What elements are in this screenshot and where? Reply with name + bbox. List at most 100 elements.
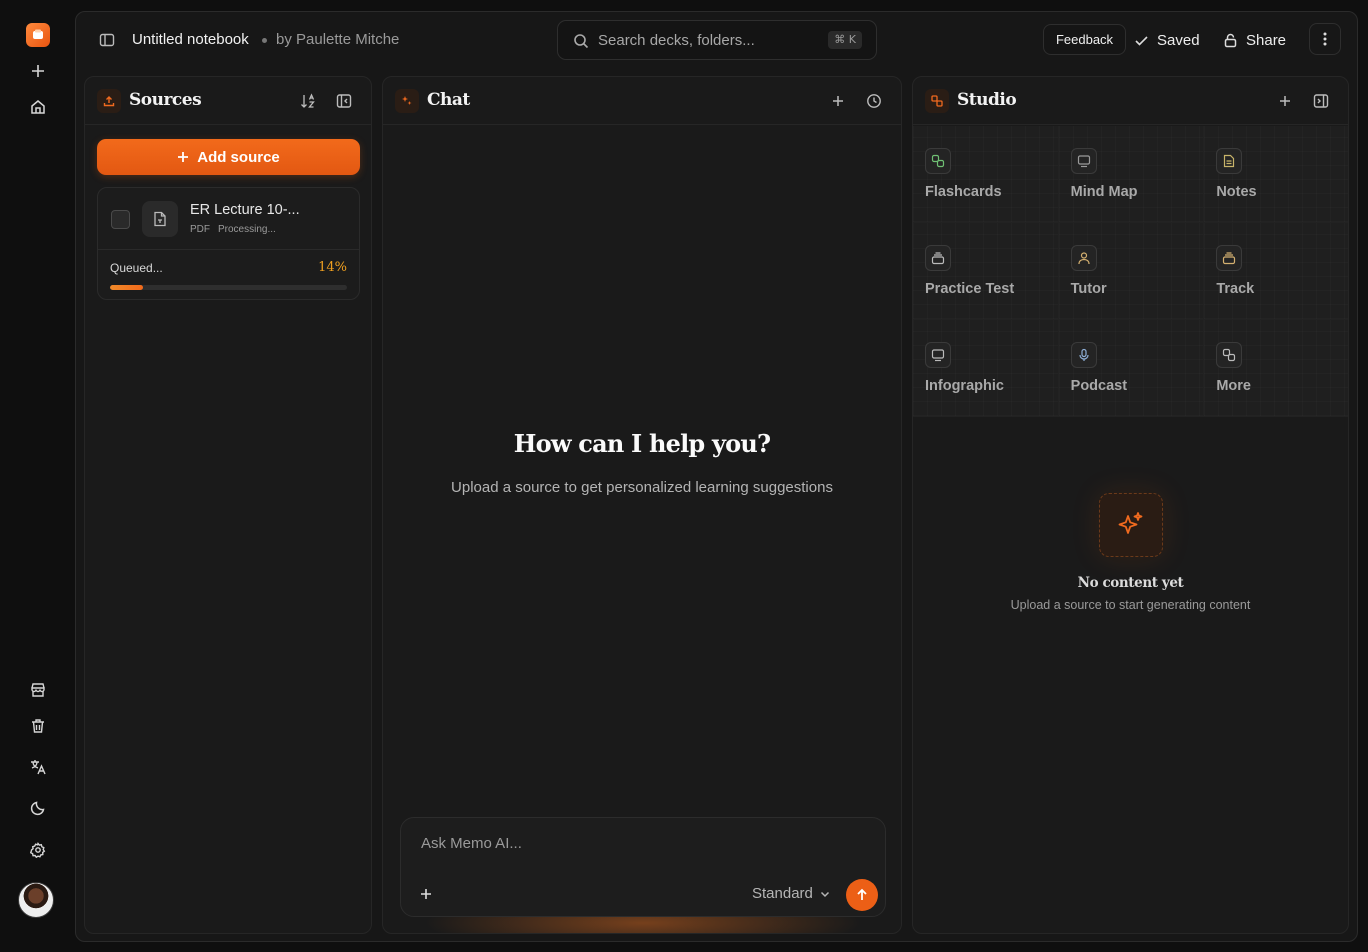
track-icon — [1216, 245, 1243, 271]
tool-flashcards[interactable]: Flashcards — [913, 126, 1059, 223]
progress-percent: 14% — [318, 260, 347, 275]
translate-icon[interactable] — [28, 757, 48, 777]
history-icon[interactable] — [866, 93, 882, 109]
mode-label: Standard — [752, 885, 813, 902]
sparkle-icon — [1099, 493, 1163, 557]
practice-test-icon — [925, 245, 951, 271]
collapse-studio-icon[interactable] — [1313, 93, 1329, 109]
home-icon[interactable] — [28, 97, 48, 117]
chat-subheading: Upload a source to get personalized lear… — [451, 479, 833, 496]
user-avatar[interactable] — [18, 882, 54, 918]
source-status: Processing... — [218, 224, 276, 235]
tool-label: Podcast — [1070, 378, 1128, 394]
share-button[interactable]: Share — [1223, 31, 1286, 49]
new-notebook-icon[interactable] — [28, 61, 48, 81]
search-input[interactable]: Search decks, folders... — [598, 32, 755, 49]
store-icon[interactable] — [28, 680, 48, 700]
trash-icon[interactable] — [28, 716, 48, 736]
arrow-up-icon — [857, 888, 867, 900]
check-icon — [1134, 33, 1149, 48]
tutor-icon — [1070, 245, 1097, 271]
tool-label: More — [1216, 378, 1251, 394]
tool-label: Infographic — [925, 378, 1004, 394]
add-source-button[interactable]: Add source — [97, 139, 360, 175]
send-button[interactable] — [846, 879, 878, 911]
new-chat-icon[interactable] — [830, 93, 846, 109]
studio-panel: Studio Flashcards Mind Map Notes Practic… — [912, 76, 1349, 934]
attach-plus-icon[interactable] — [418, 886, 434, 902]
more-options-button[interactable] — [1309, 23, 1341, 55]
tool-label: Notes — [1216, 184, 1257, 200]
studio-title: Studio — [957, 90, 1017, 110]
pdf-file-icon — [142, 201, 178, 237]
search-shortcut-badge: ⌘ K — [828, 31, 862, 49]
chat-heading: How can I help you? — [513, 429, 771, 458]
queue-status: Queued... — [110, 261, 163, 275]
source-type: PDF — [190, 224, 210, 235]
sources-panel: Sources Add source ER Lecture 10-... PDF… — [84, 76, 372, 934]
top-bar: Untitled notebook by Paulette Mitche Sea… — [76, 12, 1357, 68]
notebook-author: by Paulette Mitche — [276, 31, 400, 48]
tool-label: Mind Map — [1070, 184, 1138, 200]
share-label: Share — [1246, 31, 1287, 49]
tool-notes[interactable]: Notes — [1204, 126, 1348, 223]
divider — [98, 249, 359, 250]
chat-header: Chat — [383, 77, 901, 125]
tool-more[interactable]: More — [1204, 320, 1348, 417]
more-icon — [1216, 342, 1243, 368]
tool-podcast[interactable]: Podcast — [1058, 320, 1205, 417]
search-bar[interactable]: Search decks, folders... ⌘ K — [557, 20, 877, 60]
sparkle-chat-icon — [395, 89, 419, 113]
source-name: ER Lecture 10-... — [190, 202, 300, 218]
tool-label: Practice Test — [925, 281, 1015, 297]
chat-input[interactable]: Ask Memo AI... — [421, 835, 522, 852]
search-icon — [573, 33, 589, 49]
app-logo[interactable] — [26, 23, 50, 47]
lock-icon — [1223, 33, 1238, 48]
source-item[interactable]: ER Lecture 10-... PDF Processing... Queu… — [97, 187, 360, 300]
collapse-panel-icon[interactable] — [336, 93, 352, 109]
sources-title: Sources — [129, 90, 202, 110]
tool-label: Flashcards — [925, 184, 1002, 200]
dark-mode-icon[interactable] — [28, 798, 48, 818]
tool-label: Tutor — [1070, 281, 1107, 297]
notes-icon — [1216, 148, 1243, 174]
progress-bar — [110, 285, 347, 290]
chat-panel: Chat How can I help you? Upload a source… — [382, 76, 902, 934]
source-checkbox[interactable] — [111, 210, 130, 229]
saved-label: Saved — [1157, 31, 1200, 49]
tool-mind-map[interactable]: Mind Map — [1058, 126, 1205, 223]
sources-header: Sources — [85, 77, 371, 125]
plus-icon — [177, 151, 189, 163]
add-source-label: Add source — [197, 148, 280, 166]
sidebar-toggle-icon[interactable] — [99, 32, 115, 48]
flashcards-icon — [925, 148, 951, 174]
studio-icon — [925, 89, 949, 113]
title-separator-dot — [262, 38, 267, 43]
chevron-down-icon — [819, 888, 831, 900]
progress-bar-fill — [110, 285, 144, 290]
studio-add-icon[interactable] — [1277, 93, 1293, 109]
saved-status: Saved — [1134, 31, 1200, 49]
tool-track[interactable]: Track — [1204, 223, 1348, 320]
settings-icon[interactable] — [28, 840, 48, 860]
studio-header: Studio — [913, 77, 1348, 125]
podcast-icon — [1070, 342, 1097, 368]
sort-icon[interactable] — [300, 93, 316, 109]
left-rail — [0, 0, 75, 952]
mode-selector[interactable]: Standard — [752, 885, 831, 902]
chat-title: Chat — [427, 90, 470, 110]
tool-tutor[interactable]: Tutor — [1058, 223, 1205, 320]
vertical-dots-icon — [1323, 32, 1327, 46]
tool-infographic[interactable]: Infographic — [913, 320, 1059, 417]
notebook-window: Untitled notebook by Paulette Mitche Sea… — [75, 11, 1358, 942]
mindmap-icon — [1070, 148, 1097, 174]
upload-icon — [97, 89, 121, 113]
notebook-title[interactable]: Untitled notebook — [132, 31, 249, 48]
tool-label: Track — [1216, 281, 1255, 297]
infographic-icon — [925, 342, 951, 368]
feedback-button[interactable]: Feedback — [1043, 24, 1126, 55]
tool-practice-test[interactable]: Practice Test — [913, 223, 1059, 320]
empty-state-title: No content yet — [1077, 575, 1184, 591]
empty-state-subtitle: Upload a source to start generating cont… — [1010, 598, 1251, 612]
